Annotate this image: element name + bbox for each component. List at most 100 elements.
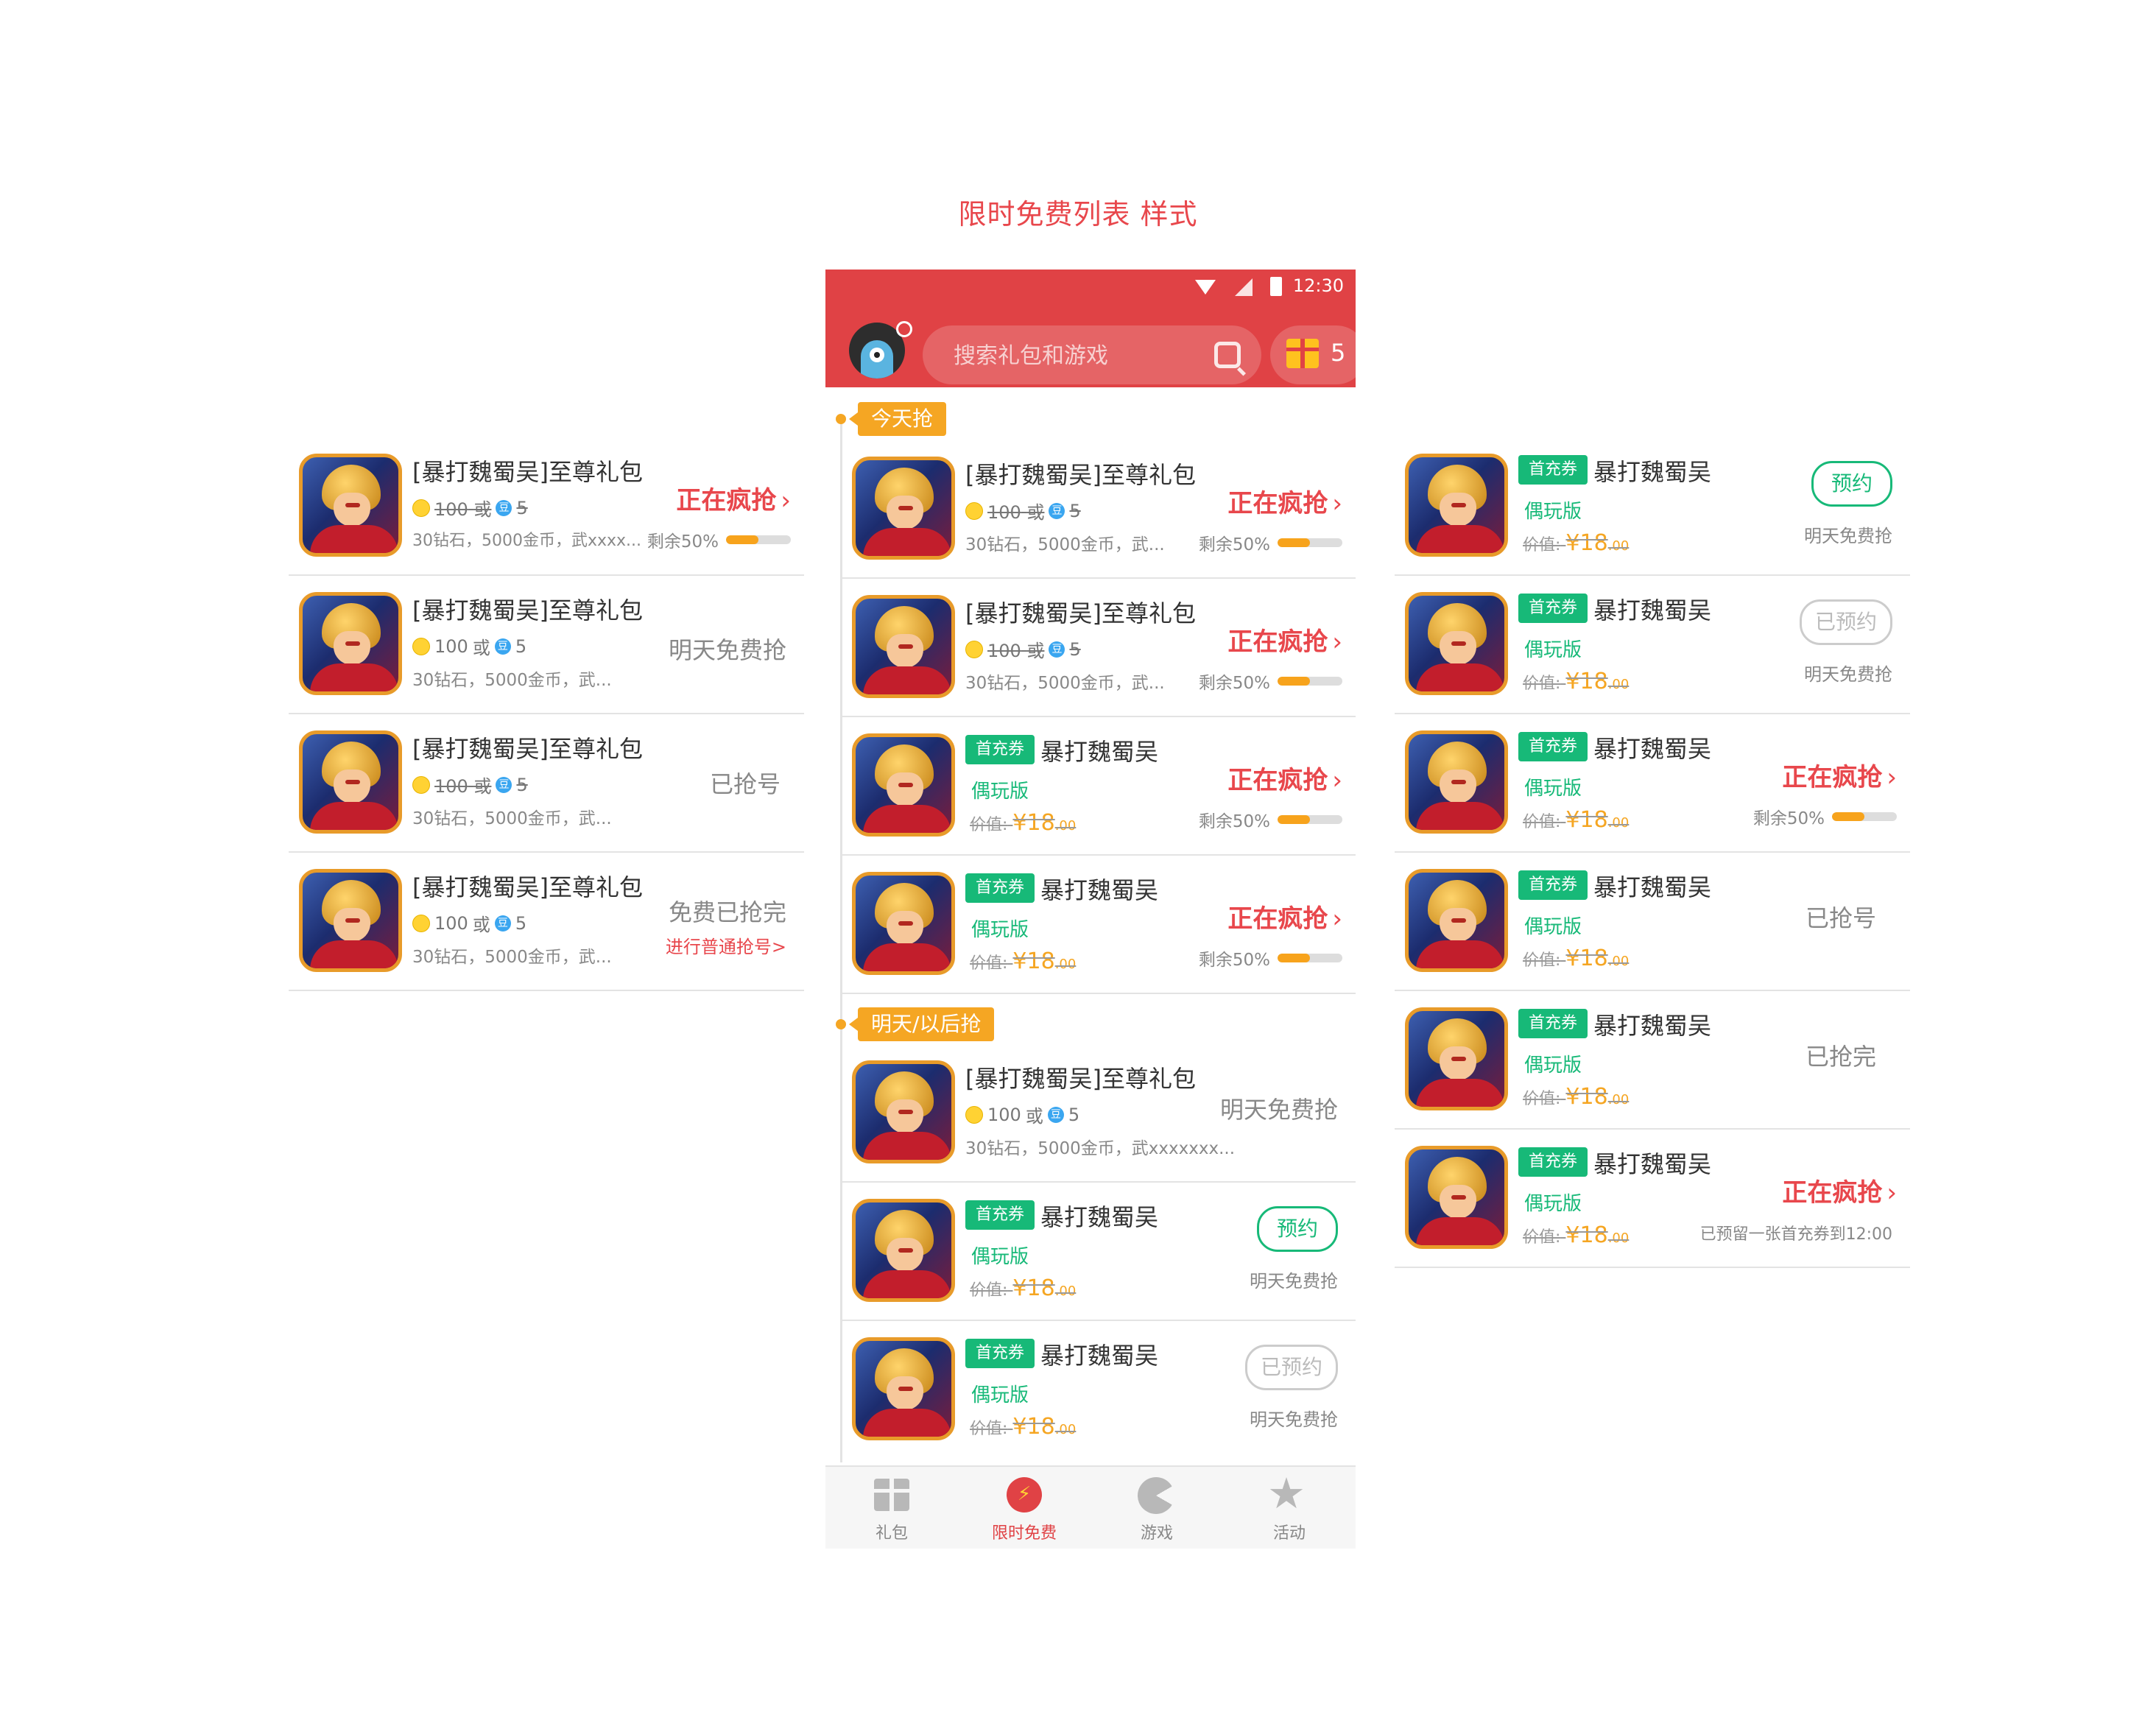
reserved-note: 已预留一张首充券到12:00 [1699, 1225, 1892, 1244]
grab-now-status[interactable]: 正在疯抢 › [1227, 483, 1342, 519]
pack-name: [暴打魏蜀吴]至尊礼包 [965, 461, 1196, 489]
game-name: 暴打魏蜀吴 [1593, 458, 1712, 486]
tab-limited-free[interactable]: 限时免费 [958, 1467, 1091, 1549]
price-coins: 100 或豆5 [965, 498, 1081, 524]
chevron-right-icon: › [1332, 766, 1342, 795]
pacman-icon [1138, 1477, 1174, 1514]
grabbed-status: 已抢号 [709, 770, 781, 798]
tomorrow-free-label: 明天免费抢 [1250, 1271, 1338, 1292]
coin-icon [412, 775, 430, 794]
gift-icon [874, 1479, 909, 1511]
list-item[interactable]: [暴打魏蜀吴]至尊礼包 100 或豆 5 30钻石，5000金币，武xxxxxxx.… [842, 1044, 1356, 1183]
search-input[interactable] [952, 337, 1198, 374]
reserved-button[interactable]: 已预约 [1245, 1345, 1338, 1390]
game-icon [852, 872, 955, 975]
phone-frame: 12:30 5 今天抢 [暴打魏蜀吴]至尊礼包 100 或豆5 30钻石，500… [825, 270, 1366, 1549]
list-item[interactable]: 首充券 暴打魏蜀吴 偶玩版 价值: ¥18.00 正在疯抢 › 已预留一张首充券到… [1395, 1130, 1910, 1268]
free-sold-out-status: 免费已抢完 [668, 898, 786, 926]
price-coins: 100 或豆5 [965, 636, 1081, 662]
game-icon [852, 1060, 955, 1163]
list-item[interactable]: 首充券 暴打魏蜀吴 偶玩版 价值: ¥18.00 正在疯抢 › 剩余50% [842, 856, 1356, 994]
coin-icon [412, 914, 430, 932]
first-charge-tag: 首充券 [965, 873, 1035, 903]
sold-out-status: 已抢完 [1805, 1043, 1876, 1071]
coin-icon [412, 499, 430, 517]
list-item[interactable]: 首充券 暴打魏蜀吴 偶玩版 价值: ¥18.00 正在疯抢 › 剩余50% [1395, 714, 1910, 853]
pack-description: 30钻石，5000金币，武... [965, 535, 1165, 554]
list-item[interactable]: [暴打魏蜀吴]至尊礼包 100 或豆5 30钻石，5000金币，武... 正在疯… [842, 579, 1356, 717]
remain-progress: 剩余50% [1753, 804, 1897, 829]
game-name: 暴打魏蜀吴 [1040, 876, 1159, 904]
game-icon [299, 454, 402, 557]
ouwan-label: 偶玩版 [971, 1384, 1029, 1406]
star-icon: ★ [1267, 1468, 1306, 1518]
price-coins: 100 或豆 5 [412, 633, 526, 659]
timeline-dot [836, 414, 846, 424]
grab-now-status[interactable]: 正在疯抢 › [676, 480, 791, 516]
tomorrow-free-label: 明天免费抢 [1250, 1409, 1338, 1430]
search-box[interactable] [923, 325, 1261, 384]
search-icon[interactable] [1214, 342, 1241, 368]
coin-icon [965, 501, 983, 520]
tab-gift[interactable]: 礼包 [825, 1467, 958, 1549]
chevron-right-icon: › [1332, 627, 1342, 657]
first-charge-tag: 首充券 [1518, 455, 1588, 485]
grab-now-status[interactable]: 正在疯抢 › [1782, 1172, 1897, 1208]
dou-icon: 豆 [494, 638, 511, 655]
coin-icon [965, 1105, 983, 1124]
list-item[interactable]: 首充券 暴打魏蜀吴 偶玩版 价值: ¥18.00 已抢号 [1395, 853, 1910, 991]
list-item[interactable]: [暴打魏蜀吴]至尊礼包 100 或豆 5 30钻石，5000金币，武... 明天免费… [289, 576, 804, 714]
dou-icon: 豆 [1047, 1106, 1064, 1123]
reserved-button[interactable]: 已预约 [1800, 599, 1892, 645]
list-item[interactable]: 首充券 暴打魏蜀吴 偶玩版 价值: ¥18.00 已预约 明天免费抢 [842, 1321, 1356, 1459]
list-item[interactable]: 首充券 暴打魏蜀吴 偶玩版 价值: ¥18.00 已抢完 [1395, 991, 1910, 1130]
price-value: 价值: ¥18.00 [1523, 1222, 1630, 1248]
first-charge-tag: 首充券 [1518, 1147, 1588, 1177]
list-item[interactable]: 首充券 暴打魏蜀吴 偶玩版 价值: ¥18.00 预约 明天免费抢 [1395, 437, 1910, 576]
normal-grab-link[interactable]: 进行普通抢号> [666, 932, 786, 958]
gift-box-button[interactable]: 5 [1270, 325, 1366, 384]
first-charge-tag: 首充券 [965, 1200, 1035, 1230]
status-time: 12:30 [1292, 275, 1344, 296]
gift-count: 5 [1331, 339, 1346, 367]
ouwan-label: 偶玩版 [971, 919, 1029, 941]
price-coins: 100 或豆5 [412, 495, 528, 521]
list-item[interactable]: [暴打魏蜀吴]至尊礼包 100 或豆5 30钻石，5000金币，武... 正在疯… [842, 440, 1356, 579]
game-icon [1405, 592, 1508, 695]
reserve-button[interactable]: 预约 [1257, 1206, 1338, 1252]
chevron-right-icon: › [1332, 489, 1342, 518]
grab-now-status[interactable]: 正在疯抢 › [1782, 757, 1897, 793]
ouwan-label: 偶玩版 [971, 781, 1029, 803]
dou-icon: 豆 [496, 499, 512, 516]
grab-now-status[interactable]: 正在疯抢 › [1227, 621, 1342, 658]
chevron-right-icon: › [1886, 763, 1897, 792]
game-name: 暴打魏蜀吴 [1593, 596, 1712, 624]
game-name: 暴打魏蜀吴 [1593, 1150, 1712, 1178]
price-value: 价值: ¥18.00 [970, 810, 1077, 836]
timeline-dot [836, 1019, 846, 1029]
list-item[interactable]: 首充券 暴打魏蜀吴 偶玩版 价值: ¥18.00 正在疯抢 › 剩余50% [842, 717, 1356, 856]
tab-activities[interactable]: ★ 活动 [1223, 1467, 1356, 1549]
game-icon [299, 730, 402, 834]
tab-games[interactable]: 游戏 [1091, 1467, 1223, 1549]
section-today-tag: 今天抢 [848, 402, 947, 436]
list-item[interactable]: [暴打魏蜀吴]至尊礼包 100 或豆5 30钻石，5000金币，武xxxx...… [289, 437, 804, 576]
reserve-button[interactable]: 预约 [1811, 461, 1892, 507]
game-name: 暴打魏蜀吴 [1593, 873, 1712, 901]
pack-name: [暴打魏蜀吴]至尊礼包 [412, 873, 643, 901]
grab-now-status[interactable]: 正在疯抢 › [1227, 898, 1342, 934]
pack-description: 30钻石，5000金币，武xxxxxxx... [965, 1139, 1236, 1158]
ouwan-label: 偶玩版 [1524, 1193, 1582, 1215]
ouwan-label: 偶玩版 [1524, 916, 1582, 938]
list-item[interactable]: [暴打魏蜀吴]至尊礼包 100 或豆 5 30钻石，5000金币，武... 免费已抢… [289, 853, 804, 991]
list-item[interactable]: 首充券 暴打魏蜀吴 偶玩版 价值: ¥18.00 已预约 明天免费抢 [1395, 576, 1910, 714]
game-icon [1405, 869, 1508, 972]
grab-now-status[interactable]: 正在疯抢 › [1227, 760, 1342, 796]
pack-description: 30钻石，5000金币，武... [965, 674, 1165, 693]
section-later-tag: 明天/以后抢 [848, 1007, 995, 1041]
list-item[interactable]: 首充券 暴打魏蜀吴 偶玩版 价值: ¥18.00 预约 明天免费抢 [842, 1183, 1356, 1321]
first-charge-tag: 首充券 [965, 735, 1035, 764]
chevron-right-icon: › [781, 486, 791, 515]
game-icon [299, 869, 402, 972]
list-item[interactable]: [暴打魏蜀吴]至尊礼包 100 或豆5 30钻石，5000金币，武... 已抢号 [289, 714, 804, 853]
